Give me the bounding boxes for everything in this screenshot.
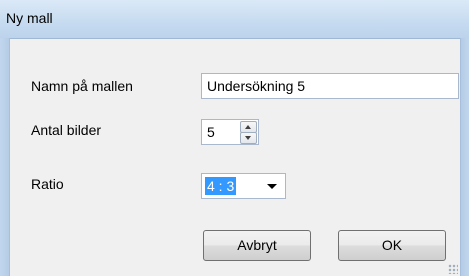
resize-grip-icon[interactable]: [448, 264, 458, 274]
window-frame-right: [460, 38, 469, 276]
cancel-button[interactable]: Avbryt: [203, 230, 311, 261]
arrow-up-icon: [245, 125, 251, 129]
image-count-value[interactable]: 5: [207, 124, 215, 140]
dialog-content: Namn på mallen Undersökning 5 Antal bild…: [10, 39, 460, 276]
title-bar[interactable]: Ny mall: [0, 0, 469, 39]
dialog-window: Ny mall Namn på mallen Undersökning 5 An…: [0, 0, 469, 276]
name-label: Namn på mallen: [31, 78, 133, 94]
stepper-buttons: [240, 121, 257, 144]
ok-button[interactable]: OK: [338, 230, 446, 261]
arrow-down-icon: [245, 136, 251, 140]
window-title: Ny mall: [6, 10, 53, 26]
ratio-label: Ratio: [31, 176, 64, 192]
template-name-input[interactable]: Undersökning 5: [201, 73, 459, 99]
chevron-down-icon[interactable]: [267, 184, 277, 189]
window-frame-left: [0, 38, 10, 276]
ratio-dropdown[interactable]: 4 : 3: [201, 173, 286, 199]
stepper-down-button[interactable]: [240, 132, 257, 144]
image-count-label: Antal bilder: [31, 122, 102, 138]
ratio-selected-value[interactable]: 4 : 3: [205, 177, 237, 195]
image-count-stepper[interactable]: 5: [201, 119, 259, 145]
